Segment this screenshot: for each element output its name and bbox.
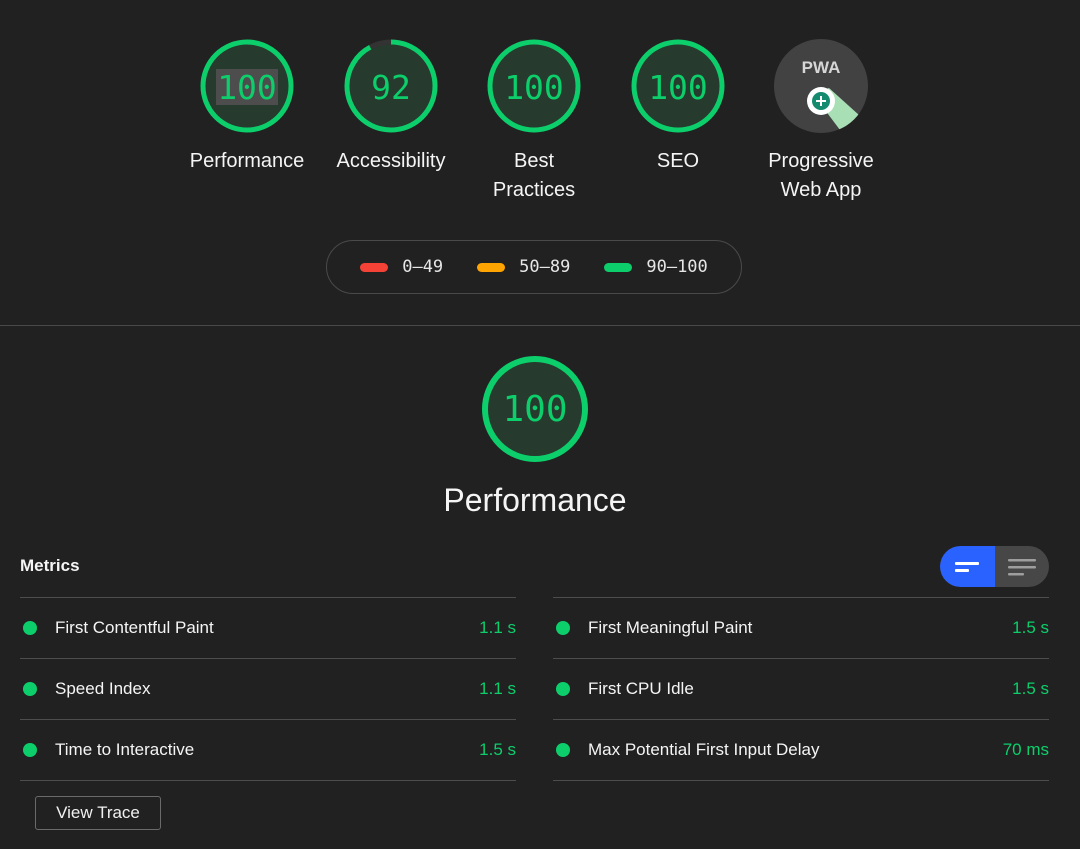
pass-indicator-icon — [23, 682, 37, 696]
metric-row: First Meaningful Paint 1.5 s — [553, 597, 1049, 658]
metric-label: First Meaningful Paint — [588, 618, 753, 637]
metrics-left-column: First Contentful Paint 1.1 s Speed Index… — [20, 597, 516, 781]
pass-indicator-icon — [23, 743, 37, 757]
metric-value: 1.5 s — [1012, 679, 1049, 698]
performance-label: Performance — [189, 150, 305, 172]
metric-row: Speed Index 1.1 s — [20, 658, 516, 719]
pass-indicator-icon — [23, 621, 37, 635]
best-practices-label: Best Practices — [492, 150, 576, 201]
metrics-heading: Metrics — [20, 556, 80, 575]
legend-item-average: 50–89 — [477, 257, 570, 277]
metric-label: Max Potential First Input Delay — [588, 740, 820, 759]
performance-section-title: Performance — [443, 482, 627, 518]
accessibility-gauge-ring: 92 — [344, 39, 438, 133]
metric-value: 1.1 s — [479, 618, 516, 637]
pass-indicator-icon — [556, 621, 570, 635]
metric-value: 70 ms — [1002, 740, 1049, 759]
compact-view-button[interactable] — [940, 546, 995, 587]
gauge-pwa[interactable]: PWA Progressive Web App — [741, 38, 901, 205]
metric-label: First CPU Idle — [588, 679, 694, 698]
best-practices-gauge-ring: 100 — [487, 39, 581, 133]
category-gauges: 100 Performance 92 Accessibility 100 Bes… — [0, 38, 1080, 218]
legend-fail-label: 0–49 — [402, 257, 444, 277]
best-practices-score: 100 — [504, 68, 564, 107]
performance-main-score: 100 — [502, 389, 567, 430]
metric-label: Speed Index — [55, 679, 151, 698]
legend-pass-label: 90–100 — [646, 257, 708, 277]
accessibility-score: 92 — [371, 68, 411, 107]
gauge-best-practices[interactable]: 100 Best Practices — [454, 38, 614, 205]
score-legend: 0–49 50–89 90–100 — [326, 240, 742, 294]
legend-fail-swatch — [360, 262, 389, 272]
metric-value: 1.1 s — [479, 679, 516, 698]
legend-item-fail: 0–49 — [360, 257, 443, 277]
performance-score: 100 — [217, 68, 277, 107]
accessibility-label: Accessibility — [336, 150, 446, 172]
metric-row: First Contentful Paint 1.1 s — [20, 597, 516, 658]
seo-label: SEO — [656, 150, 700, 172]
metric-row: Max Potential First Input Delay 70 ms — [553, 719, 1049, 781]
legend-pass-swatch — [604, 262, 633, 272]
seo-score: 100 — [648, 68, 708, 107]
metric-value: 1.5 s — [1012, 618, 1049, 637]
pass-indicator-icon — [556, 682, 570, 696]
metric-row: Time to Interactive 1.5 s — [20, 719, 516, 781]
legend-item-pass: 90–100 — [604, 257, 708, 277]
gauge-performance[interactable]: 100 Performance — [167, 38, 327, 176]
seo-gauge-ring: 100 — [631, 39, 725, 133]
legend-average-swatch — [477, 262, 506, 272]
gauge-seo[interactable]: 100 SEO — [598, 38, 758, 176]
metrics-view-toggle — [940, 546, 1049, 587]
pass-indicator-icon — [556, 743, 570, 757]
performance-gauge-ring: 100 — [200, 39, 294, 133]
metrics-right-column: First Meaningful Paint 1.5 s First CPU I… — [553, 597, 1049, 781]
pwa-badge-icon: PWA — [774, 39, 868, 133]
compact-lines-icon — [955, 561, 980, 572]
performance-main-ring: 100 — [482, 356, 588, 462]
gauge-accessibility[interactable]: 92 Accessibility — [311, 38, 471, 176]
expanded-view-button[interactable] — [995, 546, 1050, 587]
legend-average-label: 50–89 — [519, 257, 571, 277]
pwa-badge-text: PWA — [802, 58, 841, 77]
metric-value: 1.5 s — [479, 740, 516, 759]
section-divider — [0, 325, 1080, 326]
metric-label: First Contentful Paint — [55, 618, 214, 637]
pwa-label: Progressive Web App — [768, 150, 874, 201]
expanded-lines-icon — [1007, 558, 1036, 575]
performance-main-gauge: 100 — [480, 354, 590, 469]
view-trace-button[interactable]: View Trace — [35, 796, 161, 830]
metric-label: Time to Interactive — [55, 740, 195, 759]
metric-row: First CPU Idle 1.5 s — [553, 658, 1049, 719]
